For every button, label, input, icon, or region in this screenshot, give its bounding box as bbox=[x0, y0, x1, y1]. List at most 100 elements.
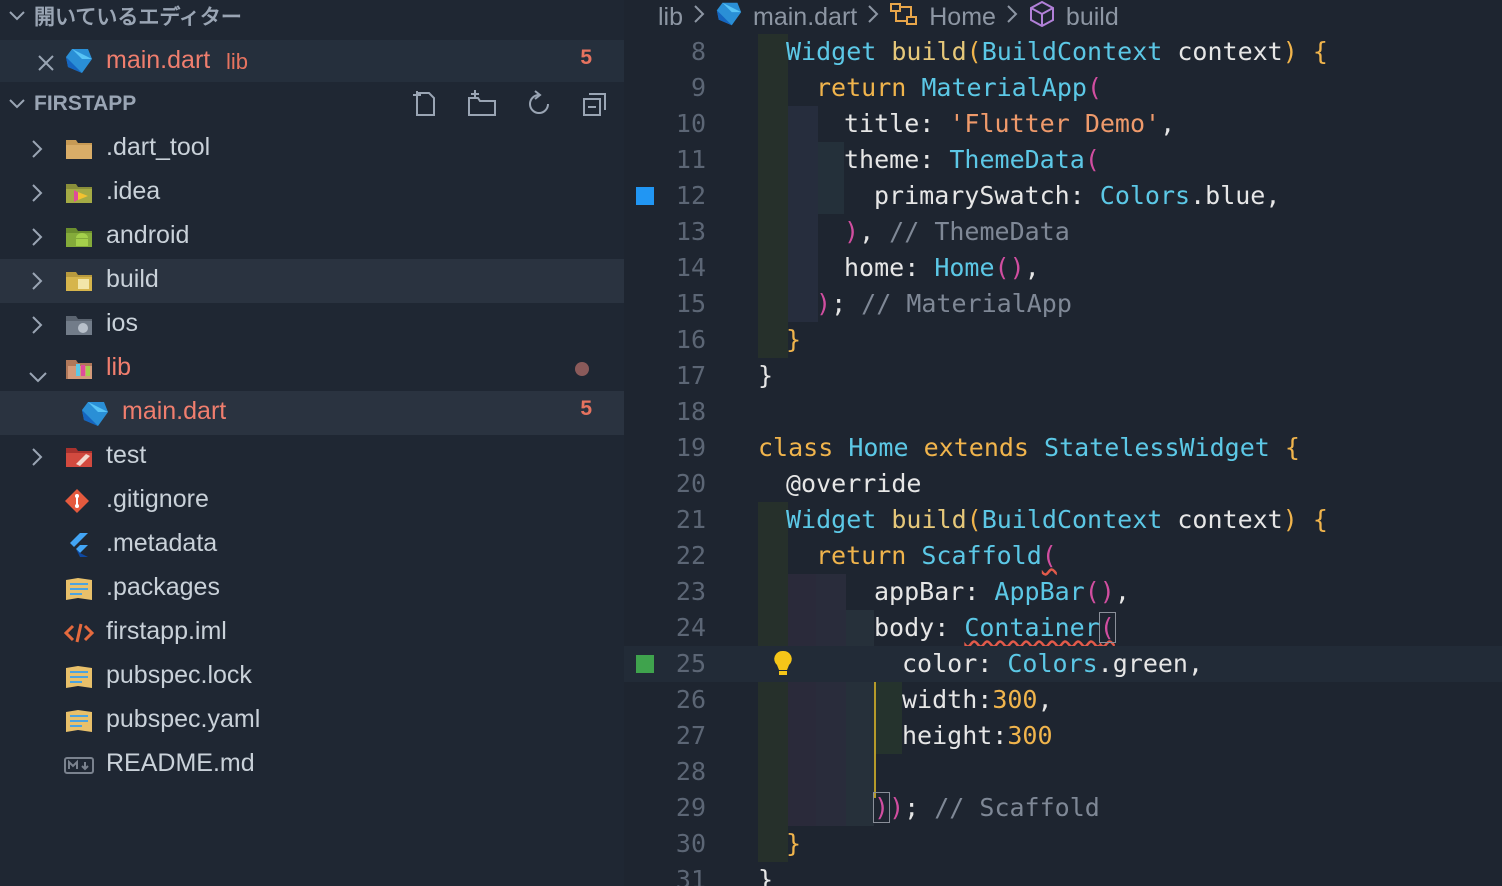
class-symbol-icon bbox=[889, 1, 919, 34]
chevron-right-icon bbox=[1006, 4, 1018, 30]
line-number: 23 bbox=[675, 577, 706, 606]
lightbulb-icon[interactable] bbox=[772, 649, 794, 685]
code-line[interactable]: 8 Widget build(BuildContext context) { bbox=[624, 34, 1502, 70]
tree-item-build[interactable]: build bbox=[0, 259, 624, 303]
code-line[interactable]: 26 width:300, bbox=[624, 682, 1502, 718]
breadcrumb-method[interactable]: build bbox=[1066, 3, 1119, 32]
tree-item-lib[interactable]: lib bbox=[0, 347, 624, 391]
tree-item-pubspec-lock[interactable]: pubspec.lock bbox=[0, 655, 624, 699]
open-editors-title: 開いているエディター bbox=[34, 6, 242, 29]
tree-item-pubspec-yaml[interactable]: pubspec.yaml bbox=[0, 699, 624, 743]
code-line-current[interactable]: 25 color: Colors.green, bbox=[624, 646, 1502, 682]
tree-item-main-dart[interactable]: main.dart 5 bbox=[0, 391, 624, 435]
code-line[interactable]: 20 @override bbox=[624, 466, 1502, 502]
tree-item-android[interactable]: android bbox=[0, 215, 624, 259]
tree-item-label: pubspec.lock bbox=[106, 661, 252, 689]
code-line[interactable]: 14 home: Home(), bbox=[624, 250, 1502, 286]
markdown-icon bbox=[64, 752, 94, 778]
code-text: Widget build(BuildContext context) { bbox=[786, 505, 1328, 534]
code-text: primarySwatch: Colors.blue, bbox=[874, 181, 1281, 210]
open-editors-header[interactable]: 開いているエディター bbox=[0, 0, 624, 34]
dart-file-icon bbox=[64, 47, 94, 82]
code-line[interactable]: 15); // MaterialApp bbox=[624, 286, 1502, 322]
code-line[interactable]: 21 Widget build(BuildContext context) { bbox=[624, 502, 1502, 538]
line-number: 19 bbox=[675, 433, 706, 462]
code-editor[interactable]: lib main.dart Home build 8 Widget build(B… bbox=[624, 0, 1502, 886]
tree-item-metadata[interactable]: .metadata bbox=[0, 523, 624, 567]
chevron-right-icon bbox=[30, 446, 44, 475]
problem-count-badge: 5 bbox=[580, 46, 592, 69]
line-number: 18 bbox=[675, 397, 706, 426]
project-title: FIRSTAPP bbox=[34, 92, 137, 115]
code-line[interactable]: 22 return Scaffold( bbox=[624, 538, 1502, 574]
refresh-icon[interactable] bbox=[524, 89, 554, 119]
android-folder-icon bbox=[64, 224, 94, 250]
breadcrumb-file[interactable]: main.dart bbox=[753, 3, 857, 32]
line-number: 14 bbox=[675, 253, 706, 282]
code-line[interactable]: 17} bbox=[624, 358, 1502, 394]
tree-item-label: test bbox=[106, 441, 147, 469]
chevron-right-icon bbox=[867, 4, 879, 30]
breadcrumb-class[interactable]: Home bbox=[929, 3, 996, 32]
code-line[interactable]: 24 body: Container( bbox=[624, 610, 1502, 646]
line-number: 28 bbox=[675, 757, 706, 786]
code-line[interactable]: 13 ), // ThemeData bbox=[624, 214, 1502, 250]
code-line[interactable]: 28 bbox=[624, 754, 1502, 790]
build-folder-icon bbox=[64, 268, 94, 294]
code-line[interactable]: 9 return MaterialApp( bbox=[624, 70, 1502, 106]
code-line[interactable]: 18 bbox=[624, 394, 1502, 430]
open-editor-filename: main.dart bbox=[106, 46, 211, 74]
code-text: title: 'Flutter Demo', bbox=[844, 109, 1176, 138]
line-number: 16 bbox=[675, 325, 706, 354]
tree-item-readme[interactable]: README.md bbox=[0, 743, 624, 787]
tree-item-firstapp-iml[interactable]: firstapp.iml bbox=[0, 611, 624, 655]
yaml-icon bbox=[64, 576, 94, 602]
yaml-icon bbox=[64, 664, 94, 690]
code-line[interactable]: 31} bbox=[624, 862, 1502, 886]
line-number: 17 bbox=[675, 361, 706, 390]
chevron-right-icon bbox=[30, 270, 44, 299]
breadcrumb-folder[interactable]: lib bbox=[658, 3, 683, 32]
line-number: 30 bbox=[675, 829, 706, 858]
explorer-toolbar bbox=[410, 86, 610, 122]
code-line[interactable]: 19 class Home extends StatelessWidget { bbox=[624, 430, 1502, 466]
code-text: )); // Scaffold bbox=[872, 792, 1100, 823]
code-line[interactable]: 11 theme: ThemeData( bbox=[624, 142, 1502, 178]
new-folder-icon[interactable] bbox=[466, 89, 498, 119]
open-editor-item[interactable]: main.dart lib 5 bbox=[0, 40, 624, 82]
tree-item-dart-tool[interactable]: .dart_tool bbox=[0, 127, 624, 171]
added-line-indicator bbox=[636, 655, 654, 673]
line-number: 25 bbox=[675, 649, 706, 678]
modified-line-indicator bbox=[636, 187, 654, 205]
project-header[interactable]: FIRSTAPP bbox=[0, 86, 624, 122]
tree-item-test[interactable]: test bbox=[0, 435, 624, 479]
code-line[interactable]: 27 height:300 bbox=[624, 718, 1502, 754]
collapse-all-icon[interactable] bbox=[580, 89, 610, 119]
tree-item-ios[interactable]: ios bbox=[0, 303, 624, 347]
code-text: return Scaffold( bbox=[816, 541, 1057, 570]
dart-file-icon bbox=[80, 400, 110, 426]
tree-item-idea[interactable]: .idea bbox=[0, 171, 624, 215]
line-number: 24 bbox=[675, 613, 706, 642]
dart-file-icon bbox=[715, 0, 743, 35]
tree-item-label: lib bbox=[106, 353, 132, 381]
code-line[interactable]: 29)); // Scaffold bbox=[624, 790, 1502, 826]
code-line[interactable]: 16} bbox=[624, 322, 1502, 358]
close-icon[interactable] bbox=[36, 51, 56, 80]
code-text: ), // ThemeData bbox=[844, 217, 1070, 246]
new-file-icon[interactable] bbox=[410, 89, 440, 119]
tree-item-packages[interactable]: .packages bbox=[0, 567, 624, 611]
line-number: 27 bbox=[675, 721, 706, 750]
line-number: 13 bbox=[675, 217, 706, 246]
tree-item-label: firstapp.iml bbox=[106, 617, 227, 645]
code-text: @override bbox=[786, 469, 922, 498]
code-line[interactable]: 12 primarySwatch: Colors.blue, bbox=[624, 178, 1502, 214]
test-folder-icon bbox=[64, 444, 94, 470]
code-line[interactable]: 30} bbox=[624, 826, 1502, 862]
breadcrumb: lib main.dart Home build bbox=[658, 0, 1119, 34]
tree-item-gitignore[interactable]: .gitignore bbox=[0, 479, 624, 523]
code-line[interactable]: 23 appBar: AppBar(), bbox=[624, 574, 1502, 610]
ios-folder-icon bbox=[64, 312, 94, 338]
code-text: color: Colors.green, bbox=[902, 649, 1204, 678]
code-line[interactable]: 10 title: 'Flutter Demo', bbox=[624, 106, 1502, 142]
